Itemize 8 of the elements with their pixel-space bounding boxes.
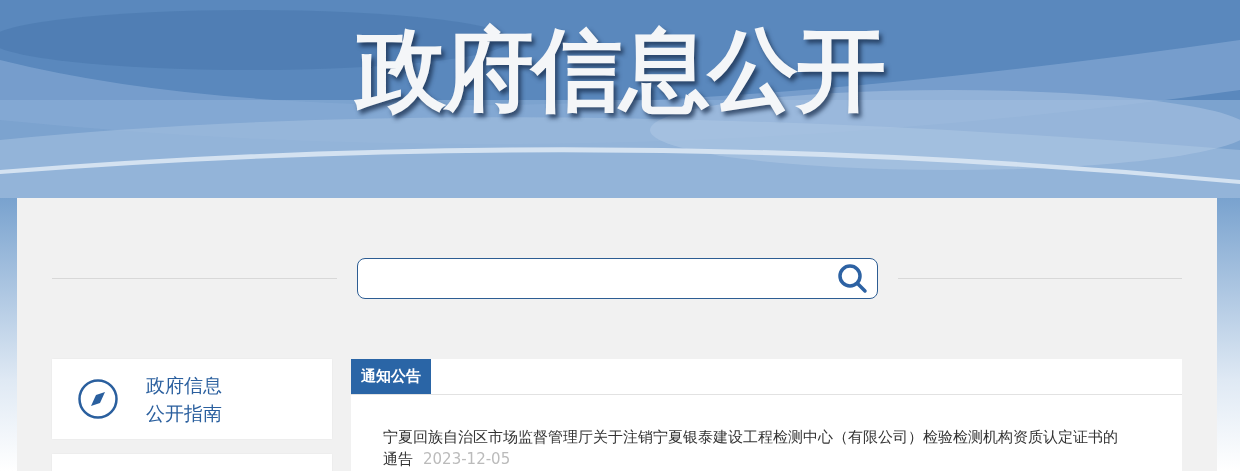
guide-card[interactable]: 政府信息 公开指南 [52,359,332,439]
page-title: 政府信息公开 [356,16,884,124]
search-field[interactable] [356,258,878,299]
search-icon[interactable] [836,262,869,295]
notice-tab[interactable]: 通知公告 [351,359,431,394]
notice-link[interactable]: 宁夏回族自治区市场监督管理厅关于注销宁夏银泰建设工程检测中心（有限公司）检验检测机构资质认定证书的通告 2023-12-05 [383,426,1127,470]
compass-icon [78,379,118,419]
guide-link[interactable]: 政府信息 公开指南 [146,371,222,427]
